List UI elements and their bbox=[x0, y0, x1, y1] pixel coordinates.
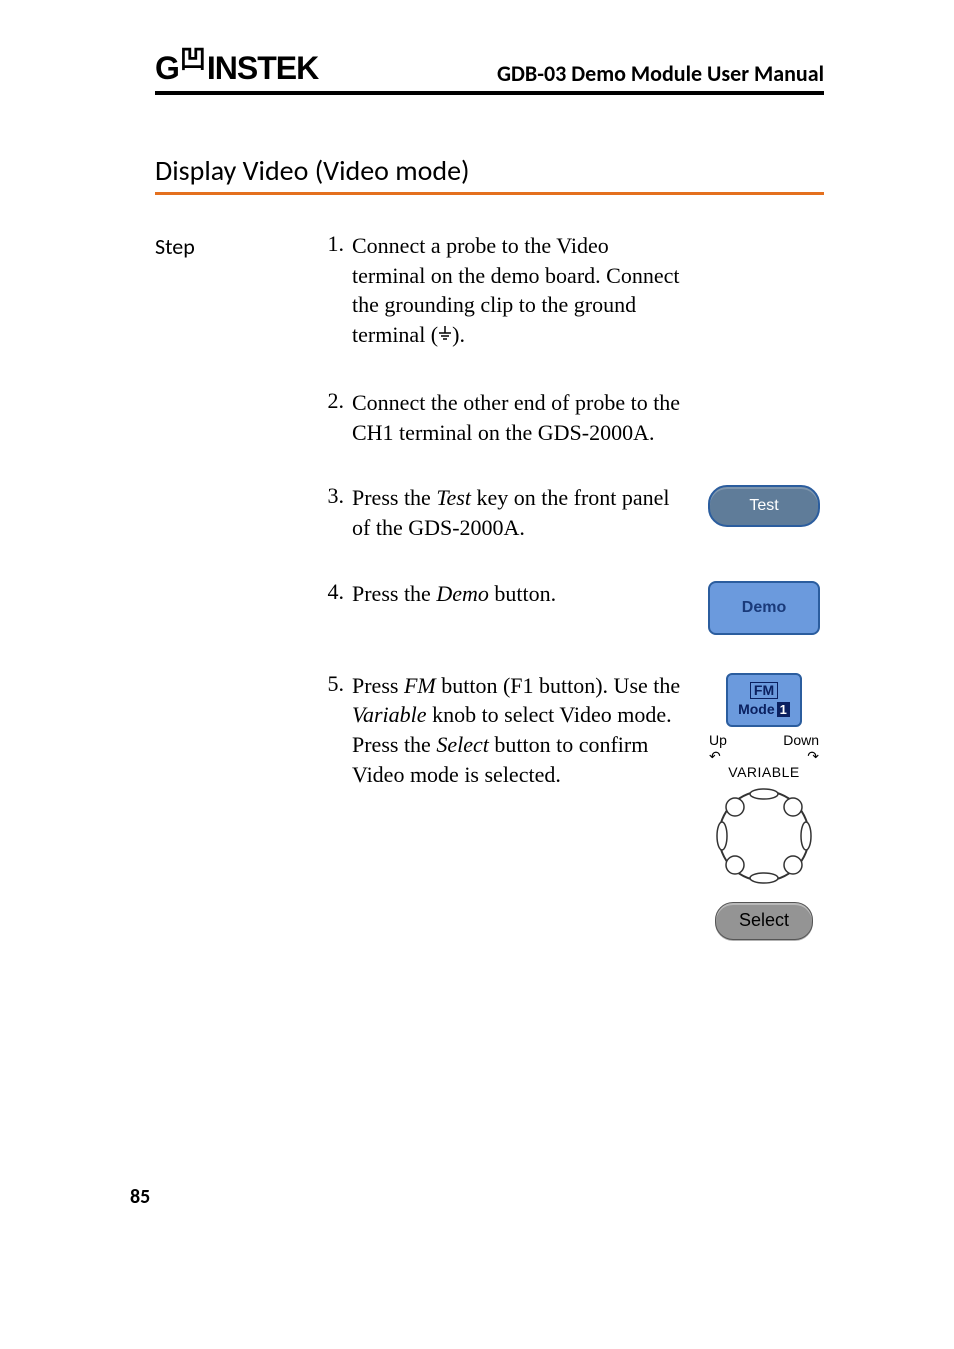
up-arrow-icon: ↶ bbox=[709, 748, 721, 764]
logo-instek: INSTEK bbox=[207, 50, 318, 87]
step-number: 1. bbox=[310, 231, 352, 352]
content-body: Step 1. Connect a probe to the Video ter… bbox=[155, 231, 824, 940]
variable-labels: Up ↶ Down ↷ bbox=[709, 732, 819, 764]
step-text: Connect the other end of probe to the CH… bbox=[352, 388, 704, 447]
page-number: 85 bbox=[130, 1185, 150, 1209]
down-label: Down bbox=[783, 732, 819, 748]
up-label: Up bbox=[709, 732, 727, 748]
step-row: 1. Connect a probe to the Video terminal… bbox=[310, 231, 824, 352]
step-row: 4. Press the Demo button. Demo bbox=[310, 579, 824, 635]
select-button[interactable]: Select bbox=[715, 902, 813, 940]
variable-knob[interactable] bbox=[714, 786, 814, 892]
demo-button[interactable]: Demo bbox=[708, 581, 820, 635]
test-button[interactable]: Test bbox=[708, 485, 820, 527]
step-number: 3. bbox=[310, 483, 352, 542]
ground-icon bbox=[438, 322, 452, 352]
step-number: 2. bbox=[310, 388, 352, 447]
step-text: Press the Test key on the front panel of… bbox=[352, 483, 704, 542]
step-row: 3. Press the Test key on the front panel… bbox=[310, 483, 824, 542]
test-button-label: Test bbox=[749, 497, 778, 515]
down-arrow-icon: ↷ bbox=[807, 748, 819, 764]
header: G 凹 INSTEK GDB-03 Demo Module User Manua… bbox=[155, 50, 824, 95]
demo-button-label: Demo bbox=[742, 599, 786, 617]
knob-icon bbox=[714, 786, 814, 886]
fm-mode-button[interactable]: FM Mode 1 bbox=[726, 673, 802, 727]
step-number: 4. bbox=[310, 579, 352, 635]
section-title: Display Video (Video mode) bbox=[155, 153, 824, 195]
variable-label: VARIABLE bbox=[728, 764, 799, 780]
step-row: 2. Connect the other end of probe to the… bbox=[310, 388, 824, 447]
step-number: 5. bbox=[310, 671, 352, 940]
brand-logo: G 凹 INSTEK bbox=[155, 50, 318, 87]
step-column-label: Step bbox=[155, 231, 310, 940]
steps-list: 1. Connect a probe to the Video terminal… bbox=[310, 231, 824, 940]
step-text: Press FM button (F1 button). Use the Var… bbox=[352, 671, 704, 940]
step-text: Connect a probe to the Video terminal on… bbox=[352, 231, 704, 352]
select-button-label: Select bbox=[739, 910, 789, 931]
fm-button-line1: FM bbox=[750, 682, 778, 699]
step-row: 5. Press FM button (F1 button). Use the … bbox=[310, 671, 824, 940]
fm-button-line2: Mode 1 bbox=[738, 701, 790, 717]
logo-g: G bbox=[155, 50, 179, 87]
logo-omega-icon: 凹 bbox=[179, 47, 207, 73]
step-text: Press the Demo button. bbox=[352, 579, 704, 635]
manual-title: GDB-03 Demo Module User Manual bbox=[497, 60, 824, 87]
